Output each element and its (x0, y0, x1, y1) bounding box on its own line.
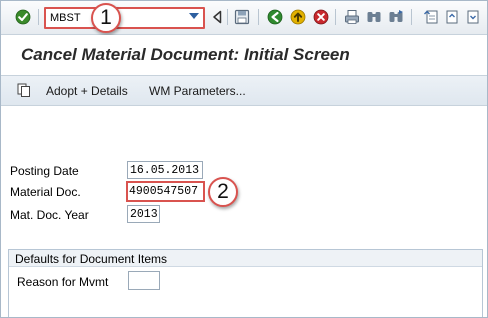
posting-date-field[interactable] (127, 161, 203, 179)
system-toolbar: 1 (1, 1, 487, 35)
command-field-highlight (44, 7, 205, 29)
toolbar-separator (227, 9, 228, 25)
enter-icon[interactable] (14, 8, 32, 26)
page-title: Cancel Material Document: Initial Screen (21, 45, 350, 64)
toolbar-separator (38, 9, 39, 25)
application-toolbar: Adopt + Details WM Parameters... (1, 76, 487, 106)
group-title: Defaults for Document Items (15, 252, 168, 266)
save-icon[interactable] (233, 8, 251, 26)
material-doc-label: Material Doc. (10, 185, 81, 199)
previous-page-icon[interactable] (443, 8, 461, 26)
callout-badge-1: 1 (91, 3, 121, 33)
sap-window: 1 (0, 0, 488, 318)
reason-for-mvmt-label: Reason for Mvmt (17, 275, 109, 289)
adopt-details-icon[interactable] (17, 83, 31, 100)
mat-doc-year-label: Mat. Doc. Year (10, 208, 89, 222)
chevron-down-icon[interactable] (189, 13, 199, 19)
callout-number: 2 (217, 180, 229, 203)
form-area: Posting Date Material Doc. 2 Mat. Doc. Y… (1, 107, 487, 317)
exit-icon[interactable] (289, 8, 307, 26)
back-triangle-icon[interactable] (208, 8, 226, 26)
material-doc-field[interactable] (126, 181, 205, 202)
group-header: Defaults for Document Items (9, 250, 482, 267)
find-icon[interactable] (365, 8, 383, 26)
mat-doc-year-field[interactable] (127, 205, 160, 223)
toolbar-separator (411, 9, 412, 25)
back-icon[interactable] (266, 8, 284, 26)
title-bar: Cancel Material Document: Initial Screen (1, 35, 487, 76)
wm-parameters-button[interactable]: WM Parameters... (149, 84, 246, 98)
adopt-details-button[interactable]: Adopt + Details (46, 84, 128, 98)
posting-date-label: Posting Date (10, 164, 79, 178)
toolbar-separator (258, 9, 259, 25)
next-page-icon[interactable] (464, 8, 482, 26)
cancel-icon[interactable] (312, 8, 330, 26)
find-next-icon[interactable] (387, 8, 405, 26)
reason-for-mvmt-field[interactable] (128, 271, 160, 290)
first-page-icon[interactable] (422, 8, 440, 26)
callout-badge-2: 2 (208, 177, 238, 207)
toolbar-separator (335, 9, 336, 25)
defaults-group: Defaults for Document Items Reason for M… (8, 249, 483, 317)
print-icon[interactable] (343, 8, 361, 26)
callout-number: 1 (100, 6, 112, 29)
